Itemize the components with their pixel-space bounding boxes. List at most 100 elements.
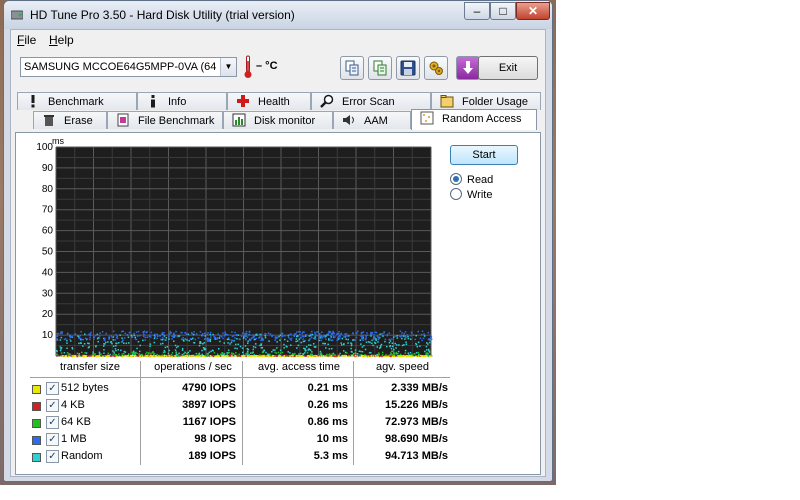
row-ops: 98 IOPS xyxy=(194,433,236,445)
close-button[interactable]: ✕ xyxy=(516,2,550,20)
tab-disk-monitor[interactable]: Disk monitor xyxy=(223,111,333,129)
scatter-point xyxy=(264,335,266,337)
copy-info-button[interactable] xyxy=(368,56,392,80)
read-radio[interactable]: Read xyxy=(450,173,493,186)
tab-info[interactable]: Info xyxy=(137,92,227,110)
tab-erase[interactable]: Erase xyxy=(33,111,107,129)
title-bar[interactable]: HD Tune Pro 3.50 - Hard Disk Utility (tr… xyxy=(4,1,552,29)
radio-write-indicator[interactable] xyxy=(450,188,462,200)
series-checkbox[interactable]: ✓ xyxy=(46,416,59,429)
y-tick-label: 20 xyxy=(42,309,54,320)
scatter-point xyxy=(428,355,431,358)
app-window: HD Tune Pro 3.50 - Hard Disk Utility (tr… xyxy=(3,0,553,482)
scatter-point xyxy=(159,335,161,337)
monitor-chart-icon xyxy=(232,113,246,127)
scatter-point xyxy=(341,344,343,346)
scatter-point xyxy=(334,336,336,338)
scatter-point xyxy=(281,351,284,354)
scatter-point xyxy=(404,331,407,333)
scatter-point xyxy=(421,339,423,342)
scatter-point xyxy=(250,355,253,357)
menu-file[interactable]: File xyxy=(17,33,36,47)
scatter-point xyxy=(236,338,238,340)
scatter-point xyxy=(108,336,110,338)
scatter-point xyxy=(366,332,368,334)
scatter-point xyxy=(318,336,321,338)
scatter-point xyxy=(421,333,423,336)
scatter-point xyxy=(331,353,333,355)
scatter-point xyxy=(71,347,73,349)
tab-file-benchmark[interactable]: File Benchmark xyxy=(107,111,223,129)
scatter-point xyxy=(427,355,429,357)
tab-error-scan[interactable]: Error Scan xyxy=(311,92,431,110)
options-button[interactable] xyxy=(424,56,448,80)
scatter-point xyxy=(340,333,342,336)
minimize-button[interactable]: – xyxy=(464,2,490,20)
scatter-point xyxy=(370,351,372,354)
start-button[interactable]: Start xyxy=(450,145,518,165)
scatter-point xyxy=(246,336,249,338)
scatter-point xyxy=(163,332,165,334)
tab-random-access[interactable]: Random Access xyxy=(411,109,537,130)
scatter-point xyxy=(235,334,238,336)
scatter-point xyxy=(407,337,410,340)
scatter-point xyxy=(417,330,419,333)
tab-benchmark[interactable]: Benchmark xyxy=(17,92,137,110)
write-radio[interactable]: Write xyxy=(450,188,492,201)
scatter-point xyxy=(402,355,405,357)
scatter-point xyxy=(390,353,392,355)
scatter-point xyxy=(239,345,242,348)
scatter-point xyxy=(69,338,71,341)
file-benchmark-icon xyxy=(117,113,129,127)
save-button[interactable] xyxy=(396,56,420,80)
scatter-point xyxy=(200,354,202,357)
scatter-point xyxy=(76,355,79,358)
scatter-point xyxy=(427,331,429,334)
scatter-point xyxy=(95,355,97,357)
scatter-point xyxy=(124,332,127,335)
scatter-point xyxy=(395,335,397,337)
scatter-point xyxy=(181,355,184,358)
scatter-point xyxy=(134,353,136,356)
scatter-point xyxy=(183,355,185,357)
series-checkbox[interactable]: ✓ xyxy=(46,382,59,395)
row-speed: 94.713 MB/s xyxy=(385,450,448,462)
scatter-point xyxy=(415,352,418,354)
maximize-button[interactable]: □ xyxy=(490,2,516,20)
tab-aam[interactable]: AAM xyxy=(333,111,411,129)
scatter-point xyxy=(361,338,363,340)
scatter-point xyxy=(372,355,375,357)
scatter-point xyxy=(131,355,133,357)
exit-button[interactable]: Exit xyxy=(478,56,538,80)
scatter-point xyxy=(275,352,278,354)
series-checkbox[interactable]: ✓ xyxy=(46,450,59,463)
menu-help[interactable]: Help xyxy=(49,33,74,47)
series-checkbox[interactable]: ✓ xyxy=(46,399,59,412)
scatter-point xyxy=(78,353,81,355)
tab-health[interactable]: Health xyxy=(227,92,311,110)
scatter-point xyxy=(66,355,69,357)
copy-button[interactable] xyxy=(340,56,364,80)
scatter-point xyxy=(296,340,299,342)
scatter-point xyxy=(318,339,321,342)
scatter-point xyxy=(92,355,95,357)
scatter-point xyxy=(418,353,421,356)
radio-read-indicator[interactable] xyxy=(450,173,462,185)
scatter-point xyxy=(189,355,191,357)
drive-select[interactable]: SAMSUNG MCCOE64G5MPP-0VA (64 GE ▼ xyxy=(20,57,237,77)
scatter-point xyxy=(262,355,264,357)
scatter-point xyxy=(184,331,186,334)
save-icon xyxy=(400,60,416,76)
download-button[interactable] xyxy=(456,56,480,80)
scatter-point xyxy=(118,342,120,344)
tab-folder-usage[interactable]: Folder Usage xyxy=(431,92,541,110)
chevron-down-icon[interactable]: ▼ xyxy=(220,58,236,76)
scatter-point xyxy=(254,346,257,349)
scatter-point xyxy=(302,331,304,333)
series-checkbox[interactable]: ✓ xyxy=(46,433,59,446)
scatter-point xyxy=(286,340,289,342)
scatter-point xyxy=(183,340,185,342)
scatter-point xyxy=(260,333,263,335)
scatter-point xyxy=(89,338,91,341)
y-tick-label: 10 xyxy=(42,330,54,341)
